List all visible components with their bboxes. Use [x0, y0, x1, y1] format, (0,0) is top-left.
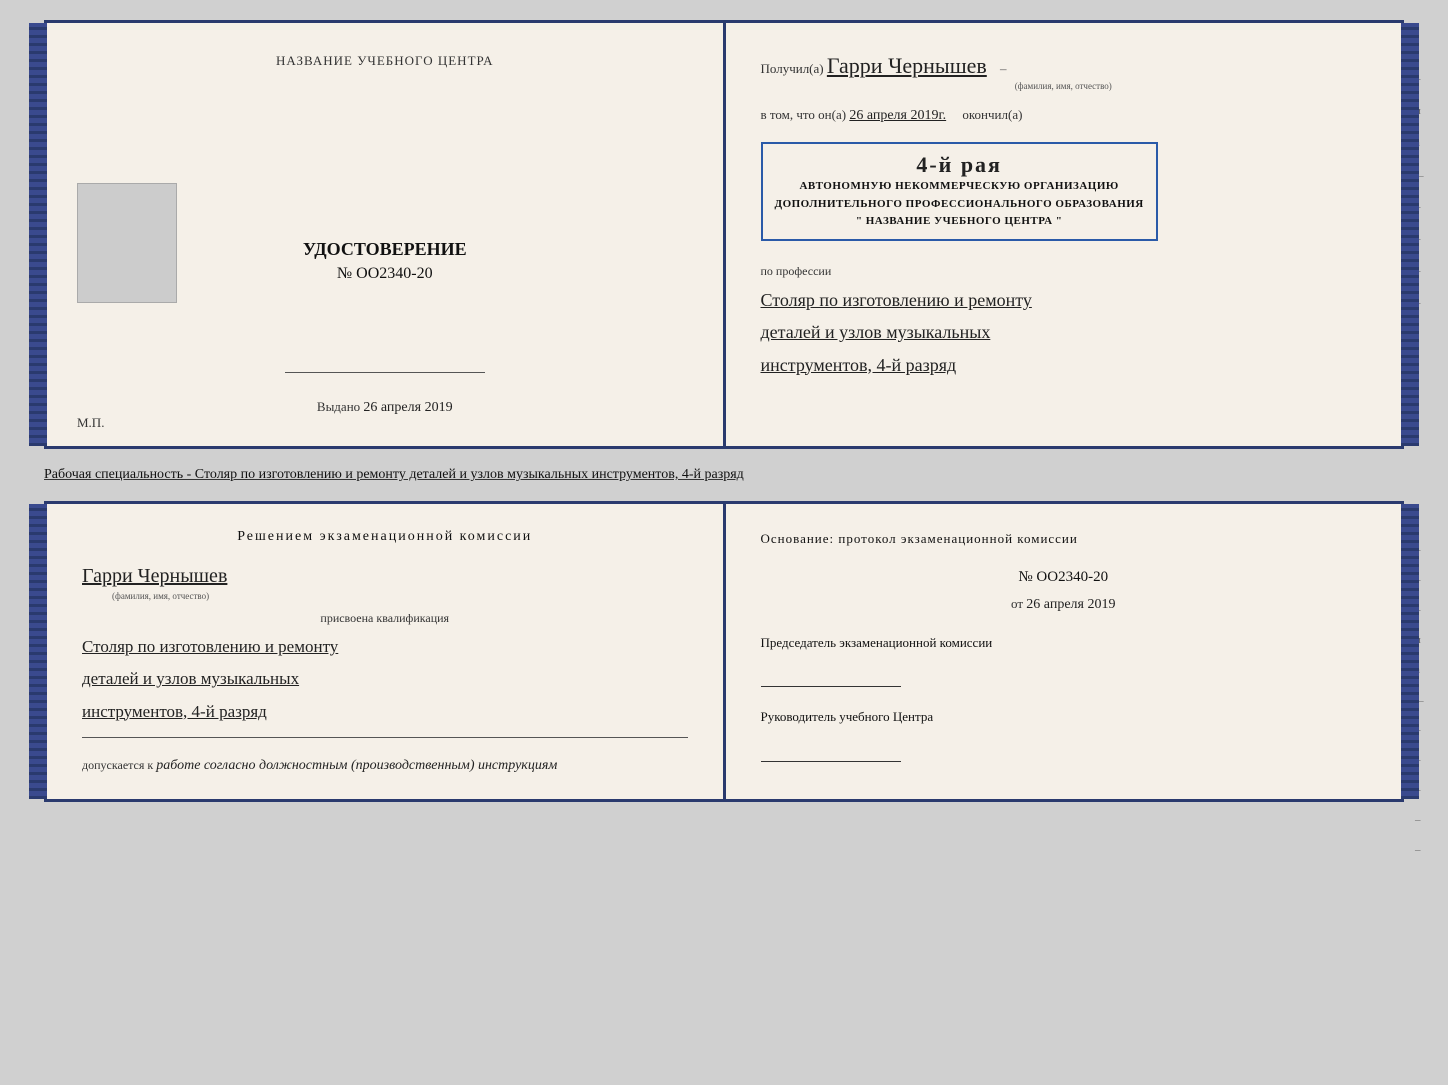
udostoverenie-title: УДОСТОВЕРЕНИЕ	[303, 239, 467, 260]
inner-name-hint: (фамилия, имя, отчество)	[112, 591, 688, 601]
profession-line1-top: Столяр по изготовлению и ремонту	[761, 284, 1367, 316]
inner-number: № OO2340-20	[761, 569, 1367, 586]
profession-line2-top: деталей и узлов музыкальных	[761, 316, 1367, 348]
description-text: Рабочая специальность - Столяр по изгото…	[44, 459, 1404, 491]
prisvoena-label: присвоена квалификация	[82, 611, 688, 626]
stamp-box: 4-й рая АВТОНОМНУЮ НЕКОММЕРЧЕСКУЮ ОРГАНИ…	[761, 142, 1158, 241]
inner-name: Гарри Чернышев	[82, 565, 688, 588]
vtom-date: 26 апреля 2019г.	[849, 108, 946, 123]
mp-label: М.П.	[77, 415, 104, 431]
vtom-label: в том, что он(а) 26 апреля 2019г. окончи…	[761, 107, 1023, 122]
stamp-org-line3: " НАЗВАНИЕ УЧЕБНОГО ЦЕНТРА "	[775, 213, 1144, 231]
center-title: НАЗВАНИЕ УЧЕБНОГО ЦЕНТРА	[276, 53, 493, 69]
vydano-label: Выдано 26 апреля 2019	[317, 399, 453, 414]
profession-inner-line1: Столяр по изготовлению и ремонту	[82, 631, 688, 663]
stamp-number: 4-й рая	[775, 152, 1144, 178]
vydano-date: 26 апреля 2019	[363, 400, 452, 415]
bottom-book: Решением экзаменационной комиссии Гарри …	[44, 501, 1404, 802]
profession-inner-line2: деталей и узлов музыкальных	[82, 663, 688, 695]
inner-date-value: 26 апреля 2019	[1026, 597, 1115, 612]
po-professii-label: по профессии	[761, 264, 1367, 279]
udostoverenie-number: № OO2340-20	[303, 265, 467, 283]
diploma-left-page: НАЗВАНИЕ УЧЕБНОГО ЦЕНТРА УДОСТОВЕРЕНИЕ №…	[47, 23, 726, 446]
predsedatel-signature-line	[761, 667, 901, 687]
stamp-org-line1: АВТОНОМНУЮ НЕКОММЕРЧЕСКУЮ ОРГАНИЗАЦИЮ	[775, 178, 1144, 196]
name-hint-top: (фамилия, имя, отчество)	[761, 81, 1367, 91]
inner-left-page: Решением экзаменационной комиссии Гарри …	[47, 504, 726, 799]
rukovoditel-signature-line	[761, 742, 901, 762]
resheniem-title: Решением экзаменационной комиссии	[82, 529, 688, 545]
osnovanie-title: Основание: протокол экзаменационной коми…	[761, 529, 1367, 549]
recipient-name-top: Гарри Чернышев	[827, 53, 987, 79]
photo-placeholder	[77, 183, 177, 303]
top-diploma: НАЗВАНИЕ УЧЕБНОГО ЦЕНТРА УДОСТОВЕРЕНИЕ №…	[44, 20, 1404, 449]
document-container: НАЗВАНИЕ УЧЕБНОГО ЦЕНТРА УДОСТОВЕРЕНИЕ №…	[44, 20, 1404, 802]
stamp-org-line2: ДОПОЛНИТЕЛЬНОГО ПРОФЕССИОНАЛЬНОГО ОБРАЗО…	[775, 196, 1144, 214]
inner-right-page: Основание: протокол экзаменационной коми…	[726, 504, 1402, 799]
dopuskaetsya-label: допускается к работе согласно должностны…	[82, 758, 688, 774]
diploma-right-page: Получил(а) Гарри Чернышев – (фамилия, им…	[726, 23, 1402, 446]
dopuskaetsya-value: работе согласно должностным (производств…	[156, 758, 557, 773]
okончил-label: окончил(а)	[962, 107, 1022, 122]
rukovoditel-label: Руководитель учебного Центра	[761, 707, 1367, 727]
profession-line3-top: инструментов, 4-й разряд	[761, 349, 1367, 381]
spine-right-top	[1401, 23, 1419, 446]
spine-left-top	[29, 23, 47, 446]
poluchil-label: Получил(а) Гарри Чернышев –	[761, 61, 1007, 76]
inner-date: от 26 апреля 2019	[761, 596, 1367, 613]
predsedatel-label: Председатель экзаменационной комиссии	[761, 633, 1367, 653]
spine-left-bottom	[29, 504, 47, 799]
profession-inner-line3: инструментов, 4-й разряд	[82, 696, 688, 728]
spine-right-bottom	[1401, 504, 1419, 799]
